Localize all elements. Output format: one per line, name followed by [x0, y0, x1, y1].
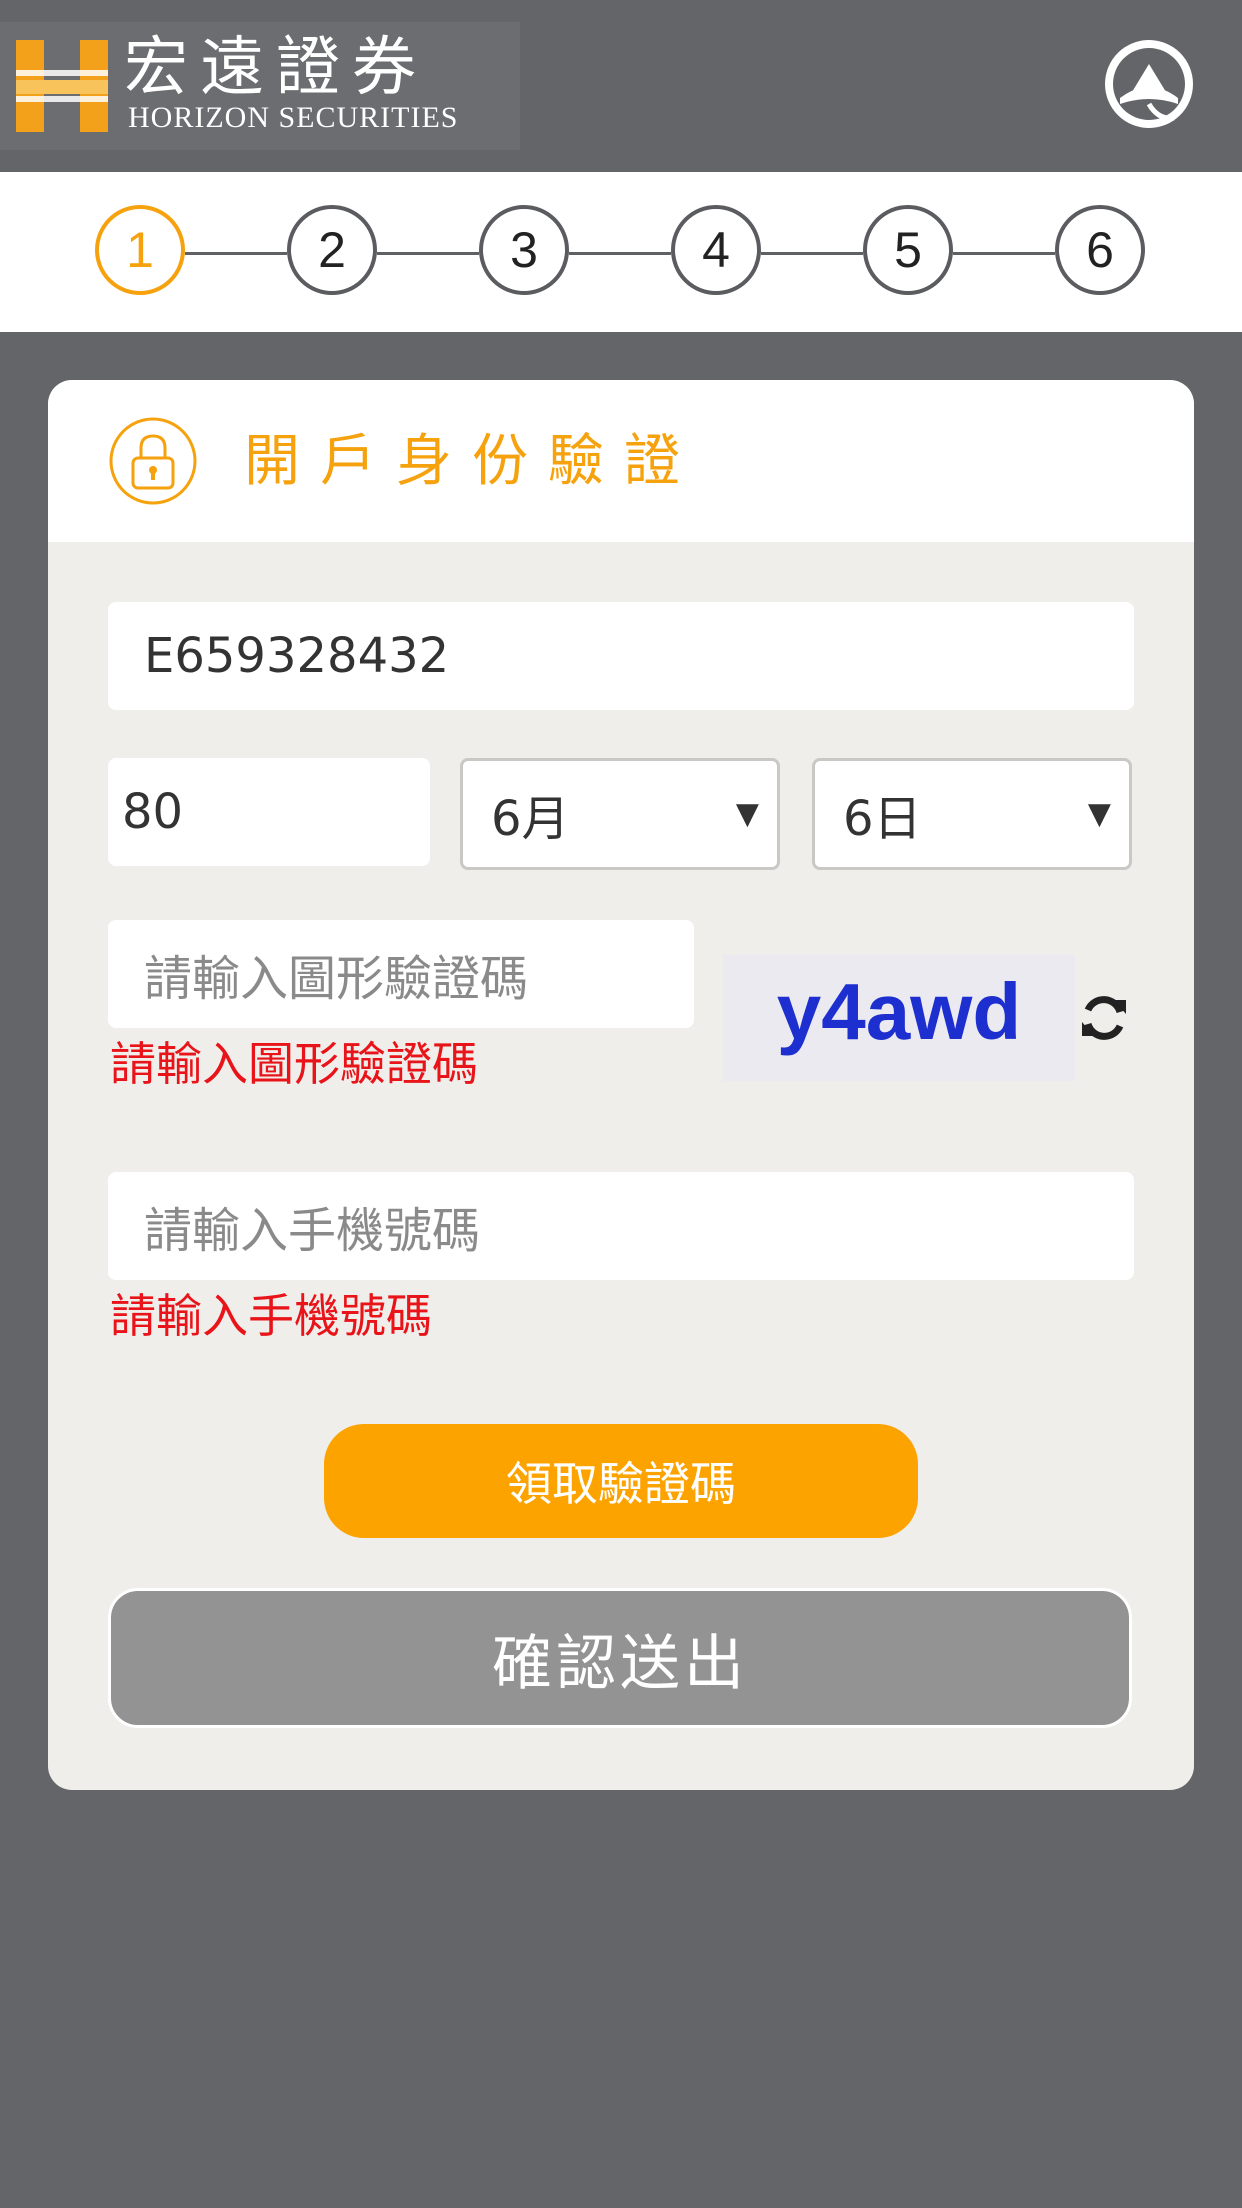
lock-icon [109, 417, 197, 505]
birth-day-value: 6日 [843, 791, 922, 847]
horizon-logo-icon [16, 40, 108, 132]
phone-input[interactable]: 請輸入手機號碼 [108, 1172, 1134, 1280]
horizon-logo[interactable]: 宏遠證券 HORIZON SECURITIES [0, 22, 520, 150]
step-connector [569, 252, 671, 255]
step-connector [377, 252, 479, 255]
step-connector [185, 252, 287, 255]
submit-button[interactable]: 確認送出 [108, 1588, 1132, 1728]
birth-day-select[interactable]: 6日 ▼ [812, 758, 1132, 870]
profile-icon[interactable] [1102, 34, 1196, 138]
captcha-code: y4awd [777, 967, 1022, 1056]
captcha-error: 請輸入圖形驗證碼 [110, 1037, 478, 1091]
app-header: 宏遠證券 HORIZON SECURITIES [0, 0, 1242, 172]
step-connector [761, 252, 863, 255]
refresh-icon[interactable] [1078, 992, 1130, 1044]
birth-month-value: 6月 [491, 791, 570, 847]
captcha-input[interactable]: 請輸入圖形驗證碼 [108, 920, 694, 1028]
step-5: 5 [863, 205, 953, 295]
step-1: 1 [95, 205, 185, 295]
dropdown-caret-icon: ▼ [1087, 796, 1111, 832]
get-verification-code-button[interactable]: 領取驗證碼 [324, 1424, 918, 1538]
step-4: 4 [671, 205, 761, 295]
dropdown-caret-icon: ▼ [735, 796, 759, 832]
phone-error: 請輸入手機號碼 [110, 1289, 432, 1343]
birth-month-select[interactable]: 6月 ▼ [460, 758, 780, 870]
step-2: 2 [287, 205, 377, 295]
progress-stepper: 1 2 3 4 5 6 [0, 172, 1242, 332]
step-connector [953, 252, 1055, 255]
verification-card: 開戶身份驗證 E659328432 80 6月 ▼ 6日 ▼ 請輸入圖形驗證碼 … [48, 380, 1194, 1790]
logo-chinese-name: 宏遠證券 [124, 31, 428, 105]
birth-year-input[interactable]: 80 [108, 758, 430, 866]
id-number-input[interactable]: E659328432 [108, 602, 1134, 710]
step-3: 3 [479, 205, 569, 295]
logo-english-name: HORIZON SECURITIES [128, 101, 459, 134]
step-6: 6 [1055, 205, 1145, 295]
card-header: 開戶身份驗證 [48, 380, 1194, 542]
card-title: 開戶身份驗證 [244, 429, 700, 494]
captcha-image[interactable]: y4awd [723, 955, 1075, 1081]
